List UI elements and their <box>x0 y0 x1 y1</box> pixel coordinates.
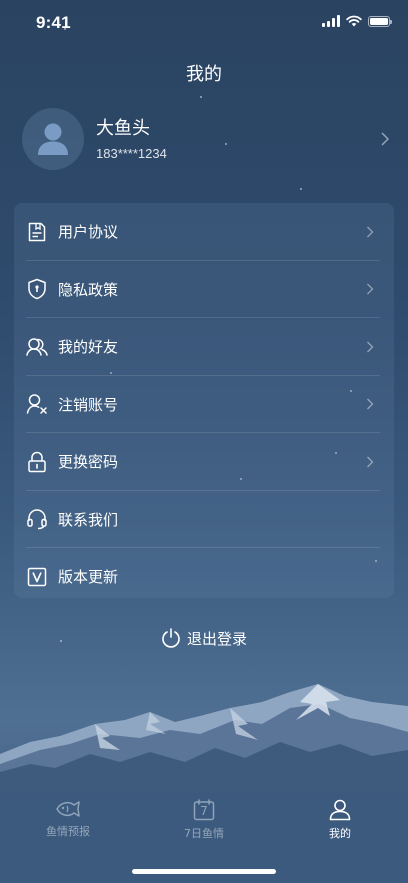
menu-item-version-update[interactable]: 版本更新 <box>14 548 394 606</box>
chevron-right-icon <box>367 398 374 410</box>
menu-item-my-friends[interactable]: 我的好友 <box>14 318 394 376</box>
chevron-right-icon <box>367 226 374 238</box>
chevron-right-icon[interactable] <box>380 132 390 146</box>
menu-item-label: 用户协议 <box>58 223 119 242</box>
menu-item-label: 联系我们 <box>58 510 119 529</box>
document-icon <box>26 221 48 243</box>
cellular-signal-icon <box>322 15 340 27</box>
friends-icon <box>26 336 48 358</box>
profile-icon <box>329 799 351 821</box>
profile-card[interactable]: 大鱼头 183****1234 <box>22 108 390 170</box>
logout-label: 退出登录 <box>186 629 247 648</box>
tab-label: 我的 <box>329 827 351 840</box>
menu-item-label: 更换密码 <box>58 453 119 472</box>
calendar-7-icon: 7 <box>193 799 215 821</box>
menu-item-delete-account[interactable]: 注销账号 <box>14 376 394 434</box>
status-bar: 9:41 <box>0 0 408 46</box>
battery-icon <box>368 15 392 27</box>
status-icons <box>322 15 392 27</box>
chevron-right-icon <box>367 283 374 295</box>
menu-item-change-password[interactable]: 更换密码 <box>14 433 394 491</box>
tab-label: 7日鱼情 <box>184 827 224 840</box>
user-avatar-icon <box>38 123 68 155</box>
logout-button[interactable]: 退出登录 <box>14 613 394 663</box>
profile-screen: 9:41 我的 大鱼头 183****1234 用户协议 隐私政策 我的好友 注… <box>0 0 408 883</box>
shield-icon <box>26 278 48 300</box>
headset-icon <box>26 508 48 530</box>
menu-item-label: 注销账号 <box>58 395 119 414</box>
power-icon <box>162 628 180 648</box>
tab-profile[interactable]: 我的 <box>272 799 408 841</box>
chevron-right-icon <box>367 456 374 468</box>
lock-icon <box>26 451 48 473</box>
page-title: 我的 <box>186 64 222 85</box>
tab-label: 鱼情预报 <box>46 825 90 838</box>
tab-7day-fishing[interactable]: 7 7日鱼情 <box>136 799 272 841</box>
calendar-day-number: 7 <box>200 804 208 818</box>
version-icon <box>26 566 48 588</box>
user-name: 大鱼头 <box>96 118 150 139</box>
menu-item-label: 版本更新 <box>58 568 119 587</box>
menu-item-label: 隐私政策 <box>58 280 119 299</box>
menu-item-label: 我的好友 <box>58 338 119 357</box>
menu-item-user-agreement[interactable]: 用户协议 <box>14 203 394 261</box>
menu-item-contact-us[interactable]: 联系我们 <box>14 491 394 549</box>
fish-icon <box>56 801 80 817</box>
settings-menu: 用户协议 隐私政策 我的好友 注销账号 更换密码 联系我们 版本更新 <box>14 203 394 598</box>
home-indicator[interactable] <box>132 869 276 874</box>
wifi-icon <box>346 15 362 27</box>
tab-fish-forecast[interactable]: 鱼情预报 <box>0 799 136 839</box>
status-time: 9:41 <box>36 13 71 32</box>
avatar[interactable] <box>22 108 84 170</box>
chevron-right-icon <box>367 341 374 353</box>
menu-item-privacy-policy[interactable]: 隐私政策 <box>14 261 394 319</box>
user-remove-icon <box>26 393 48 415</box>
user-phone: 183****1234 <box>96 146 167 161</box>
mountain-illustration <box>0 684 408 796</box>
